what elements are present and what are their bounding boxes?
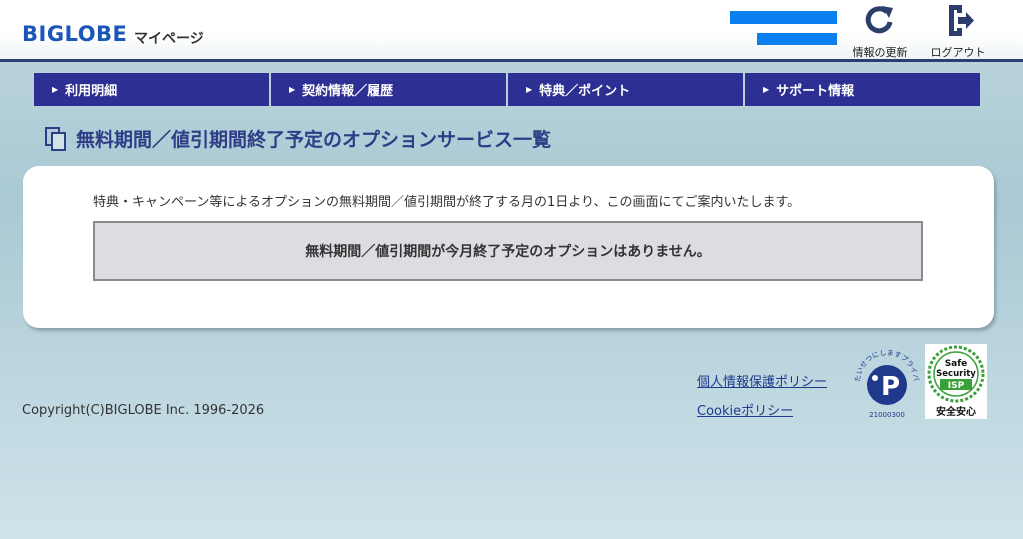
privacy-policy-link[interactable]: 個人情報保護ポリシー <box>697 371 827 390</box>
safe-security-isp-logo[interactable]: Safe Security ISP 安全安心 <box>925 344 987 419</box>
page-title: 無料期間／値引期間終了予定のオプションサービス一覧 <box>76 129 552 151</box>
nav-item-label: 利用明細 <box>65 84 118 99</box>
triangle-right-icon: ▶ <box>526 85 533 94</box>
mypage-label: マイページ <box>134 31 204 47</box>
document-icon <box>45 126 66 151</box>
refresh-label: 情報の更新 <box>852 46 908 59</box>
safe-isp-line2: Security <box>936 369 976 379</box>
main-nav: ▶ 利用明細 ▶ 契約情報／履歴 ▶ 特典／ポイント ▶ サポート情報 <box>34 73 980 106</box>
triangle-right-icon: ▶ <box>289 85 296 94</box>
notice-text: 無料期間／値引期間が今月終了予定のオプションはありません。 <box>305 244 711 260</box>
svg-text:P: P <box>881 372 900 402</box>
safe-isp-line3: ISP <box>948 381 965 391</box>
nav-item-label: サポート情報 <box>776 84 855 99</box>
safe-isp-line1: Safe <box>945 359 968 369</box>
nav-item-contract[interactable]: ▶ 契約情報／履歴 <box>271 73 506 106</box>
logout-icon <box>949 5 974 36</box>
pmark-number: 21000300 <box>869 411 905 419</box>
intro-text: 特典・キャンペーン等によるオプションの無料期間／値引期間が終了する月の1日より、… <box>93 195 801 210</box>
user-name-redacted <box>730 11 837 24</box>
nav-item-support[interactable]: ▶ サポート情報 <box>745 73 980 106</box>
page-title-area: 無料期間／値引期間終了予定のオプションサービス一覧 <box>44 125 551 152</box>
refresh-icon <box>865 6 893 34</box>
triangle-right-icon: ▶ <box>52 85 59 94</box>
triangle-right-icon: ▶ <box>763 85 770 94</box>
nav-item-label: 契約情報／履歴 <box>302 84 394 99</box>
logout-label: ログアウト <box>930 46 986 59</box>
refresh-button[interactable]: 情報の更新 <box>848 2 912 60</box>
safe-isp-caption: 安全安心 <box>936 405 976 418</box>
nav-item-label: 特典／ポイント <box>539 84 631 99</box>
logout-button[interactable]: ログアウト <box>926 2 990 60</box>
cookie-policy-link[interactable]: Cookieポリシー <box>697 400 793 419</box>
nav-item-usage[interactable]: ▶ 利用明細 <box>34 73 269 106</box>
nav-item-points[interactable]: ▶ 特典／ポイント <box>508 73 743 106</box>
privacy-mark-logo[interactable]: たいせつにしますプライバシー P 21000300 <box>852 342 922 420</box>
site-header: BIGLOBE マイページ 情報の更新 ログアウト <box>0 0 1023 62</box>
user-id-redacted <box>757 33 837 45</box>
biglobe-logo[interactable]: BIGLOBE <box>22 22 127 46</box>
notice-box: 無料期間／値引期間が今月終了予定のオプションはありません。 <box>93 221 923 281</box>
content-card: 特典・キャンペーン等によるオプションの無料期間／値引期間が終了する月の1日より、… <box>23 166 994 328</box>
copyright: Copyright(C)BIGLOBE Inc. 1996-2026 <box>22 403 265 418</box>
